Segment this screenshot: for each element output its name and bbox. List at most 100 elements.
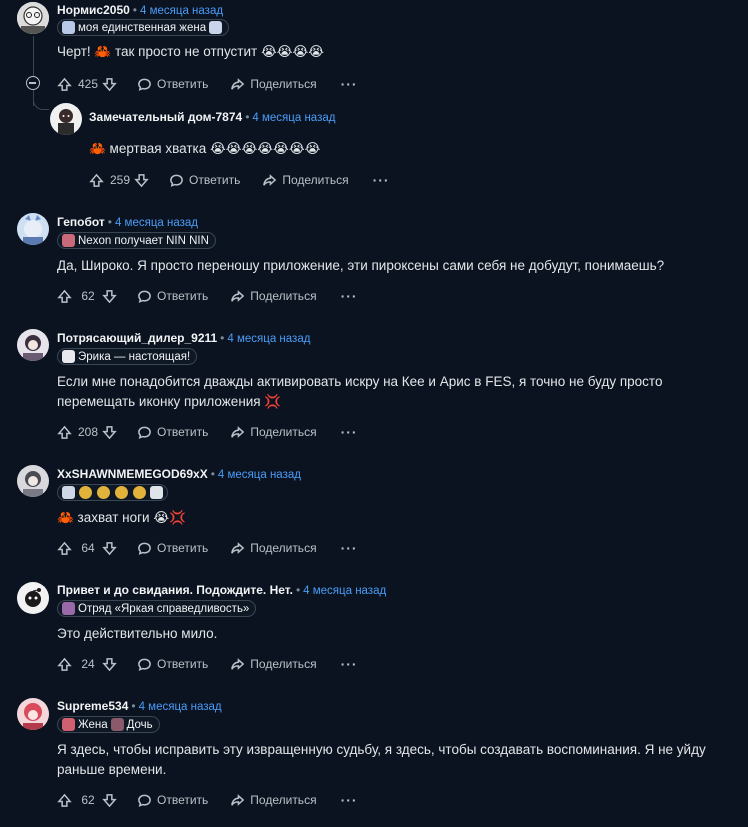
reply-button[interactable]: Ответить bbox=[137, 657, 208, 672]
reply-button[interactable]: Ответить bbox=[137, 541, 208, 556]
comment-text: 🦀 мертвая хватка 😭😭😭😭😭😭😭 bbox=[89, 141, 321, 156]
downvote-button[interactable] bbox=[102, 793, 117, 808]
avatar[interactable] bbox=[17, 698, 49, 730]
flair-text: Отряд «Яркая справедливость» bbox=[78, 602, 250, 615]
downvote-icon bbox=[102, 657, 117, 671]
comment-text: перемещать иконку приложения 💢 bbox=[57, 394, 282, 409]
reply-label: Ответить bbox=[189, 173, 241, 187]
separator-dot: • bbox=[245, 110, 250, 124]
downvote-button[interactable] bbox=[102, 541, 117, 556]
upvote-button[interactable] bbox=[57, 289, 72, 304]
comment-body: 🦀 мертвая хватка 😭😭😭😭😭😭😭 bbox=[89, 139, 320, 159]
comment-time[interactable]: 4 месяца назад bbox=[218, 469, 301, 481]
comment-bubble-icon bbox=[170, 174, 183, 187]
share-button[interactable]: Поделиться bbox=[230, 541, 317, 556]
share-label: Поделиться bbox=[250, 77, 317, 91]
upvote-button[interactable] bbox=[89, 173, 104, 188]
more-options-button[interactable]: ··· bbox=[341, 76, 358, 92]
comment-body: Я здесь, чтобы исправить эту извращенную… bbox=[57, 740, 706, 780]
reply-button[interactable]: Ответить bbox=[137, 289, 208, 304]
upvote-button[interactable] bbox=[57, 541, 72, 556]
share-icon bbox=[231, 541, 245, 554]
user-flair: Жена Дочь bbox=[57, 716, 160, 733]
downvote-button[interactable] bbox=[102, 289, 117, 304]
avatar[interactable] bbox=[17, 465, 49, 497]
comment-time[interactable]: 4 месяца назад bbox=[139, 701, 222, 713]
upvote-icon bbox=[57, 541, 72, 555]
comment-author[interactable]: Потрясающий_дилер_9211 bbox=[57, 331, 217, 345]
comment-text: Да, Широко. Я просто переношу приложение… bbox=[57, 258, 665, 273]
comment-actions: 259 Ответить Поделиться ··· bbox=[89, 170, 390, 190]
comment-author[interactable]: Замечательный дом-7874 bbox=[89, 110, 242, 124]
collapse-thread-button[interactable] bbox=[26, 76, 40, 90]
reply-label: Ответить bbox=[157, 793, 209, 807]
comment-author[interactable]: Привет и до свидания. Подождите. Нет. bbox=[57, 583, 293, 597]
share-button[interactable]: Поделиться bbox=[230, 77, 317, 92]
comment-author[interactable]: XxSHAWNMEMEGOD69xX bbox=[57, 467, 208, 481]
vote-score: 64 bbox=[81, 541, 95, 555]
share-button[interactable]: Поделиться bbox=[230, 793, 317, 808]
comment-actions: 62 Ответить Поделиться ··· bbox=[57, 790, 358, 810]
downvote-icon bbox=[102, 541, 117, 555]
share-label: Поделиться bbox=[250, 657, 317, 671]
avatar[interactable] bbox=[50, 103, 82, 135]
comment-text: Черт! 🦀 так просто не отпустит 😭😭😭😭 bbox=[57, 44, 325, 59]
upvote-button[interactable] bbox=[57, 793, 72, 808]
downvote-button[interactable] bbox=[134, 173, 149, 188]
comment-bubble-icon bbox=[138, 290, 151, 303]
share-button[interactable]: Поделиться bbox=[230, 657, 317, 672]
reply-label: Ответить bbox=[157, 289, 209, 303]
share-button[interactable]: Поделиться bbox=[262, 173, 349, 188]
more-options-button[interactable]: ··· bbox=[341, 288, 358, 304]
avatar[interactable] bbox=[17, 582, 49, 614]
upvote-icon bbox=[57, 793, 72, 807]
share-button[interactable]: Поделиться bbox=[230, 425, 317, 440]
flair-icon bbox=[110, 718, 124, 731]
comment-actions: 208 Ответить Поделиться ··· bbox=[57, 422, 358, 442]
avatar[interactable] bbox=[17, 213, 49, 245]
avatar[interactable] bbox=[17, 329, 49, 361]
comment-bubble-icon bbox=[138, 542, 151, 555]
reply-button[interactable]: Ответить bbox=[137, 793, 208, 808]
share-label: Поделиться bbox=[250, 793, 317, 807]
comment-author[interactable]: Нормис2050 bbox=[57, 3, 130, 17]
comment-author[interactable]: Гепобот bbox=[57, 215, 105, 229]
downvote-button[interactable] bbox=[102, 77, 117, 92]
flair-text: Дочь bbox=[126, 718, 153, 731]
vote-score: 62 bbox=[81, 793, 95, 807]
comment-actions: 62 Ответить Поделиться ··· bbox=[57, 286, 358, 306]
more-options-button[interactable]: ··· bbox=[341, 792, 358, 808]
more-options-button[interactable]: ··· bbox=[341, 424, 358, 440]
downvote-icon bbox=[134, 173, 149, 187]
upvote-icon bbox=[57, 77, 72, 91]
upvote-button[interactable] bbox=[57, 657, 72, 672]
reply-label: Ответить bbox=[157, 657, 209, 671]
upvote-button[interactable] bbox=[57, 425, 72, 440]
comment-time[interactable]: 4 месяца назад bbox=[252, 112, 335, 124]
user-flair: Nexon получает NIN NIN bbox=[57, 232, 216, 249]
upvote-button[interactable] bbox=[57, 77, 72, 92]
share-icon bbox=[231, 425, 245, 438]
share-label: Поделиться bbox=[250, 425, 317, 439]
comment-author[interactable]: Supreme534 bbox=[57, 699, 128, 713]
more-options-button[interactable]: ··· bbox=[373, 172, 390, 188]
comment-bubble-icon bbox=[138, 78, 151, 91]
share-button[interactable]: Поделиться bbox=[230, 289, 317, 304]
downvote-button[interactable] bbox=[102, 425, 117, 440]
share-icon bbox=[231, 657, 245, 670]
comment-time[interactable]: 4 месяца назад bbox=[115, 217, 198, 229]
more-options-button[interactable]: ··· bbox=[341, 540, 358, 556]
avatar[interactable] bbox=[17, 2, 49, 34]
reply-button[interactable]: Ответить bbox=[137, 77, 208, 92]
upvote-icon bbox=[57, 425, 72, 439]
comment-time[interactable]: 4 месяца назад bbox=[303, 585, 386, 597]
comment-text: Если мне понадобится дважды активировать… bbox=[57, 374, 663, 389]
comment-time[interactable]: 4 месяца назад bbox=[140, 5, 223, 17]
reply-button[interactable]: Ответить bbox=[137, 425, 208, 440]
more-options-button[interactable]: ··· bbox=[341, 656, 358, 672]
downvote-button[interactable] bbox=[102, 657, 117, 672]
flair-icon bbox=[209, 21, 223, 34]
comment-time[interactable]: 4 месяца назад bbox=[227, 333, 310, 345]
comment-text: раньше времени. bbox=[57, 762, 167, 777]
reply-button[interactable]: Ответить bbox=[169, 173, 240, 188]
